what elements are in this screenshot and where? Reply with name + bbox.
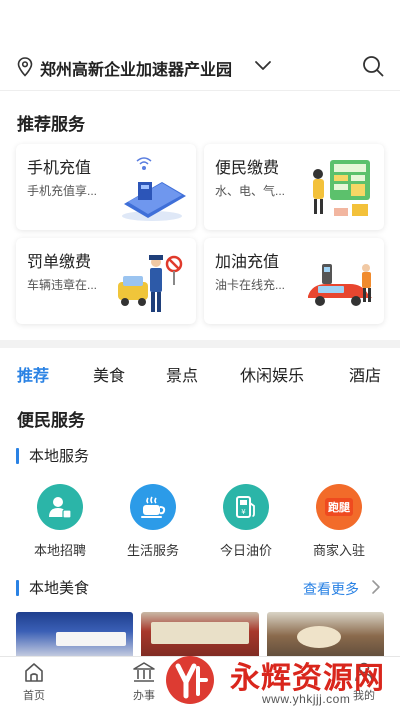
recommended-title: 推荐服务 (17, 115, 85, 134)
phone-recharge-illustration (122, 157, 186, 221)
tab-leisure[interactable]: 休闲娱乐 (240, 362, 304, 386)
coffee-cup-icon (130, 484, 176, 530)
service-merchant[interactable]: 跑腿 商家入驻 (299, 484, 379, 559)
card-title: 便民缴费 (215, 160, 280, 177)
recruit-icon (37, 484, 83, 530)
fuel-pump-icon: ¥ (223, 484, 269, 530)
card-fuel-recharge[interactable]: 加油充值 油卡在线充... (204, 238, 384, 324)
tab-hotel[interactable]: 酒店 (349, 362, 381, 386)
card-title: 手机充值 (27, 160, 92, 177)
chevron-down-icon[interactable] (254, 60, 272, 72)
service-fuel-price[interactable]: ¥ 今日油价 (206, 484, 286, 559)
traffic-fine-illustration (118, 255, 183, 312)
service-recruit[interactable]: 本地招聘 (20, 484, 100, 559)
service-label: 本地招聘 (33, 543, 86, 558)
service-label: 今日油价 (219, 543, 272, 558)
food-thumbnail[interactable] (16, 612, 133, 660)
watermark-text: 永辉资源网 (230, 661, 385, 696)
merchant-badge: 跑腿 (325, 498, 353, 516)
nav-label: 首页 (23, 690, 45, 702)
tab-recommend[interactable]: 推荐 (17, 362, 49, 386)
card-title: 罚单缴费 (27, 254, 92, 271)
location-header: 郑州高新企业加速器产业园 (0, 44, 400, 88)
local-food-heading: 本地美食 (16, 577, 89, 598)
category-tabs: 推荐 美食 景点 休闲娱乐 酒店 (0, 358, 400, 388)
heading-accent-bar (16, 447, 19, 464)
section-separator (0, 340, 400, 348)
heading-accent-bar (16, 579, 19, 596)
watermark-url: www.yhkjjj.com (262, 692, 351, 706)
convenience-title: 便民服务 (17, 411, 85, 430)
nav-home[interactable]: 首页 (4, 661, 64, 703)
utility-payment-illustration (313, 160, 370, 216)
card-traffic-fine[interactable]: 罚单缴费 车辆违章在... (16, 238, 196, 324)
merchant-icon: 跑腿 (316, 484, 362, 530)
card-subtitle: 油卡在线充... (215, 278, 286, 292)
see-more-link[interactable]: 查看更多 (303, 579, 359, 599)
local-food-title: 本地美食 (29, 580, 90, 597)
nav-label: 办事 (133, 690, 155, 702)
search-icon[interactable] (362, 55, 384, 77)
card-phone-recharge[interactable]: 手机充值 手机充值享... (16, 144, 196, 230)
card-subtitle: 水、电、气... (215, 184, 286, 198)
fuel-recharge-illustration (308, 264, 372, 306)
header-divider (0, 90, 400, 91)
service-label: 商家入驻 (312, 543, 365, 558)
tab-food[interactable]: 美食 (93, 362, 125, 386)
service-life[interactable]: 生活服务 (113, 484, 193, 559)
card-subtitle: 车辆违章在... (27, 278, 98, 292)
card-title: 加油充值 (215, 254, 280, 271)
service-label: 生活服务 (126, 543, 179, 558)
tab-attractions[interactable]: 景点 (166, 362, 198, 386)
location-pin-icon (17, 57, 33, 77)
local-services-heading: 本地服务 (16, 445, 89, 466)
local-services-title: 本地服务 (29, 448, 90, 465)
government-icon (133, 662, 155, 682)
card-utility-payment[interactable]: 便民缴费 水、电、气... (204, 144, 384, 230)
card-subtitle: 手机充值享... (27, 184, 98, 198)
home-icon (25, 663, 43, 682)
location-name[interactable]: 郑州高新企业加速器产业园 (40, 56, 232, 80)
chevron-right-icon[interactable] (371, 579, 381, 595)
svg-text:¥: ¥ (241, 508, 246, 516)
